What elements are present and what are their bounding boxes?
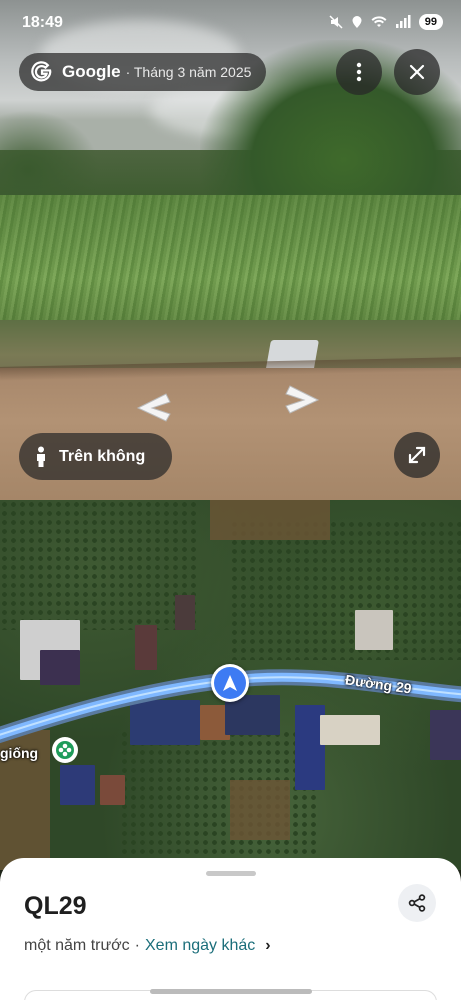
imagery-info-line: một năm trước · Xem ngày khác › (24, 937, 271, 955)
signal-icon (395, 15, 411, 28)
sheet-drag-handle[interactable] (206, 871, 256, 876)
aerial-mode-button[interactable]: Trên không (19, 433, 172, 480)
imagery-date-pill[interactable]: Google · Tháng 3 năm 2025 (19, 53, 266, 91)
status-bar: 18:49 99 (0, 0, 461, 44)
navigation-arrow-icon (223, 675, 237, 691)
pegman-icon (37, 446, 45, 467)
imagery-age: một năm trước (24, 937, 130, 954)
current-position-marker[interactable] (211, 664, 249, 702)
grass-shade (0, 195, 461, 335)
wifi-icon (371, 16, 387, 27)
chevron-left-icon (136, 393, 171, 422)
home-indicator[interactable] (150, 989, 312, 994)
chevron-right-icon[interactable]: › (265, 937, 270, 955)
other-dates-link[interactable]: Xem ngày khác (145, 937, 255, 955)
battery-indicator: 99 (418, 14, 443, 30)
position-pin-inner (214, 667, 246, 699)
aerial-mode-label: Trên không (59, 447, 146, 465)
flower-icon (56, 741, 74, 759)
status-icons: 99 (329, 14, 443, 30)
nav-arrow-right[interactable] (284, 384, 320, 419)
more-vert-icon (356, 62, 362, 82)
status-time: 18:49 (22, 14, 63, 31)
place-label: giống (0, 745, 39, 761)
share-icon (408, 894, 426, 912)
capture-date: · Tháng 3 năm 2025 (125, 64, 252, 80)
close-button[interactable] (394, 49, 440, 95)
chevron-right-icon (285, 385, 320, 414)
google-logo-icon (31, 61, 52, 82)
bottom-sheet[interactable]: QL29 một năm trước · Xem ngày khác › (0, 858, 461, 1000)
google-brand: Google (62, 62, 121, 81)
nav-arrow-left[interactable] (136, 392, 172, 427)
share-button[interactable] (398, 884, 436, 922)
mute-icon (329, 15, 343, 29)
close-icon (409, 64, 425, 80)
separator: · (134, 937, 140, 954)
place-marker[interactable] (52, 737, 78, 763)
expand-icon (408, 446, 426, 464)
expand-button[interactable] (394, 432, 440, 478)
more-options-button[interactable] (336, 49, 382, 95)
place-title: QL29 (24, 892, 87, 920)
location-icon (352, 16, 362, 28)
